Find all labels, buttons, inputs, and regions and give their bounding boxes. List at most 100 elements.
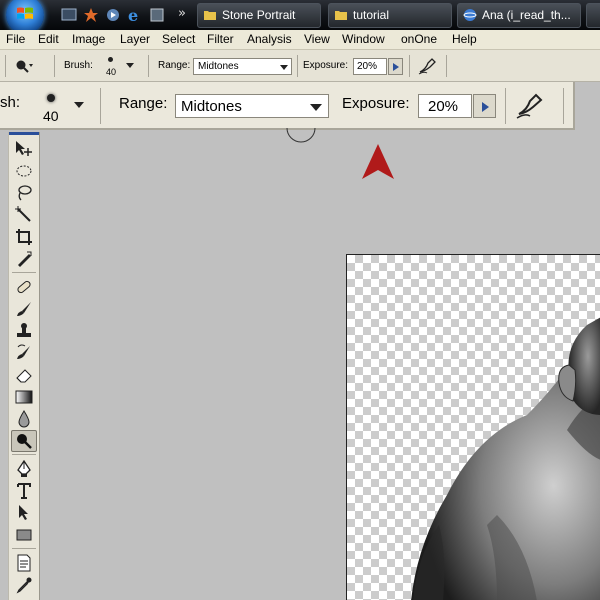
menu-help[interactable]: Help <box>452 32 477 46</box>
zoom-airbrush-icon[interactable] <box>515 92 547 120</box>
star-app-icon[interactable] <box>82 6 100 24</box>
eraser-icon <box>16 369 32 383</box>
bandage-icon <box>17 280 31 294</box>
range-select[interactable]: Midtones <box>193 58 292 75</box>
zoom-brush-label: sh: <box>0 94 21 111</box>
blur-tool[interactable] <box>11 408 37 430</box>
menu-view[interactable]: View <box>304 32 330 46</box>
path-selection-icon <box>19 505 28 520</box>
zoom-exposure-label: Exposure: <box>342 95 410 112</box>
move-tool[interactable] <box>11 138 37 160</box>
task-tutorial[interactable]: tutorial <box>328 3 452 28</box>
start-button[interactable] <box>6 0 44 34</box>
exposure-input[interactable]: 20% <box>353 58 387 75</box>
brush-size: 40 <box>106 67 117 77</box>
quicklaunch-more-icon[interactable]: » <box>178 6 186 21</box>
crop-icon <box>16 229 32 245</box>
lasso-tool[interactable] <box>11 182 37 204</box>
range-dropdown-icon <box>280 65 288 70</box>
range-label: Range: <box>158 60 191 71</box>
slice-icon <box>18 251 32 267</box>
task-overflow[interactable] <box>586 3 600 28</box>
menu-image[interactable]: Image <box>72 32 105 46</box>
zoom-brush-dropdown-icon[interactable] <box>74 102 84 108</box>
eraser-tool[interactable] <box>11 364 37 386</box>
task-label: tutorial <box>353 8 390 22</box>
sponge-tool[interactable] <box>11 430 37 452</box>
zoom-brush-size: 40 <box>43 108 59 124</box>
svg-text:e: e <box>128 6 138 24</box>
airbrush-icon[interactable] <box>418 57 438 75</box>
portrait-image <box>411 317 600 600</box>
eyedropper-icon <box>16 577 32 594</box>
window-app-icon[interactable] <box>148 6 166 24</box>
menu-analysis[interactable]: Analysis <box>247 32 292 46</box>
brush-dropdown-icon[interactable] <box>126 63 134 69</box>
pen-icon <box>17 460 31 477</box>
gradient-tool[interactable] <box>11 386 37 408</box>
menu-onone[interactable]: onOne <box>401 32 437 46</box>
windows-logo-icon <box>17 7 33 19</box>
task-browser[interactable]: Ana (i_read_th... <box>457 3 581 28</box>
zoom-brush-preview[interactable]: 40 <box>40 86 70 126</box>
zoomed-options-bar: sh: 40 Range: Midtones Exposure: 20% <box>0 82 575 130</box>
eyedropper-tool[interactable] <box>11 574 37 596</box>
show-desktop-icon[interactable] <box>60 6 78 24</box>
zoom-exposure-value: 20% <box>428 98 459 115</box>
zoom-exposure-input[interactable]: 20% <box>418 94 472 118</box>
type-icon <box>17 483 31 499</box>
exposure-value: 20% <box>357 61 378 72</box>
menu-filter[interactable]: Filter <box>207 32 234 46</box>
notes-icon <box>17 554 31 572</box>
notes-tool[interactable] <box>11 552 37 574</box>
windows-taskbar: e » Stone Portrait tutorial Ana (i_read_… <box>0 0 600 34</box>
brush-preview[interactable]: 40 <box>98 55 122 79</box>
stamp-icon <box>17 323 31 337</box>
zoom-range-label: Range: <box>119 95 168 112</box>
pen-tool[interactable] <box>11 458 37 480</box>
zoom-range-select[interactable]: Midtones <box>175 94 329 118</box>
exposure-slider-button[interactable] <box>388 58 403 75</box>
menu-edit[interactable]: Edit <box>38 32 59 46</box>
brush-tool[interactable] <box>11 298 37 320</box>
water-drop-icon <box>18 410 30 428</box>
folder-icon <box>335 11 347 20</box>
menu-bar: File Edit Image Layer Select Filter Anal… <box>0 30 600 50</box>
menu-layer[interactable]: Layer <box>120 32 150 46</box>
dodge-burn-icon <box>17 434 32 449</box>
brush-label: Brush: <box>64 60 93 71</box>
magic-wand-tool[interactable] <box>11 204 37 226</box>
path-selection-tool[interactable] <box>11 502 37 524</box>
document-canvas[interactable] <box>346 254 600 600</box>
marquee-tool[interactable] <box>11 160 37 182</box>
slice-tool[interactable] <box>11 248 37 270</box>
task-stone-portrait[interactable]: Stone Portrait <box>197 3 321 28</box>
internet-explorer-icon[interactable]: e <box>126 6 144 24</box>
menu-file[interactable]: File <box>6 32 25 46</box>
media-app-icon[interactable] <box>104 6 122 24</box>
magic-wand-icon <box>15 206 31 222</box>
sponge-tool-preset-icon[interactable] <box>14 58 34 74</box>
red-arrow-annotation <box>362 144 394 179</box>
exposure-label: Exposure: <box>303 60 349 71</box>
move-icon <box>16 141 32 156</box>
menu-window[interactable]: Window <box>342 32 385 46</box>
task-label: Ana (i_read_th... <box>482 8 571 22</box>
play-arrow-icon <box>393 63 399 71</box>
zoom-play-arrow-icon <box>482 102 489 112</box>
elliptical-marquee-icon <box>16 165 32 177</box>
shape-tool[interactable] <box>11 524 37 546</box>
brush-cursor <box>286 127 316 143</box>
task-label: Stone Portrait <box>222 8 296 22</box>
brush-icon <box>17 302 31 316</box>
history-brush-tool[interactable] <box>11 342 37 364</box>
tools-panel <box>8 132 40 600</box>
healing-brush-tool[interactable] <box>11 276 37 298</box>
zoom-exposure-slider-button[interactable] <box>473 94 496 118</box>
crop-tool[interactable] <box>11 226 37 248</box>
clone-stamp-tool[interactable] <box>11 320 37 342</box>
history-brush-icon <box>17 344 30 359</box>
menu-select[interactable]: Select <box>162 32 195 46</box>
type-tool[interactable] <box>11 480 37 502</box>
zoom-range-value: Midtones <box>181 98 242 115</box>
